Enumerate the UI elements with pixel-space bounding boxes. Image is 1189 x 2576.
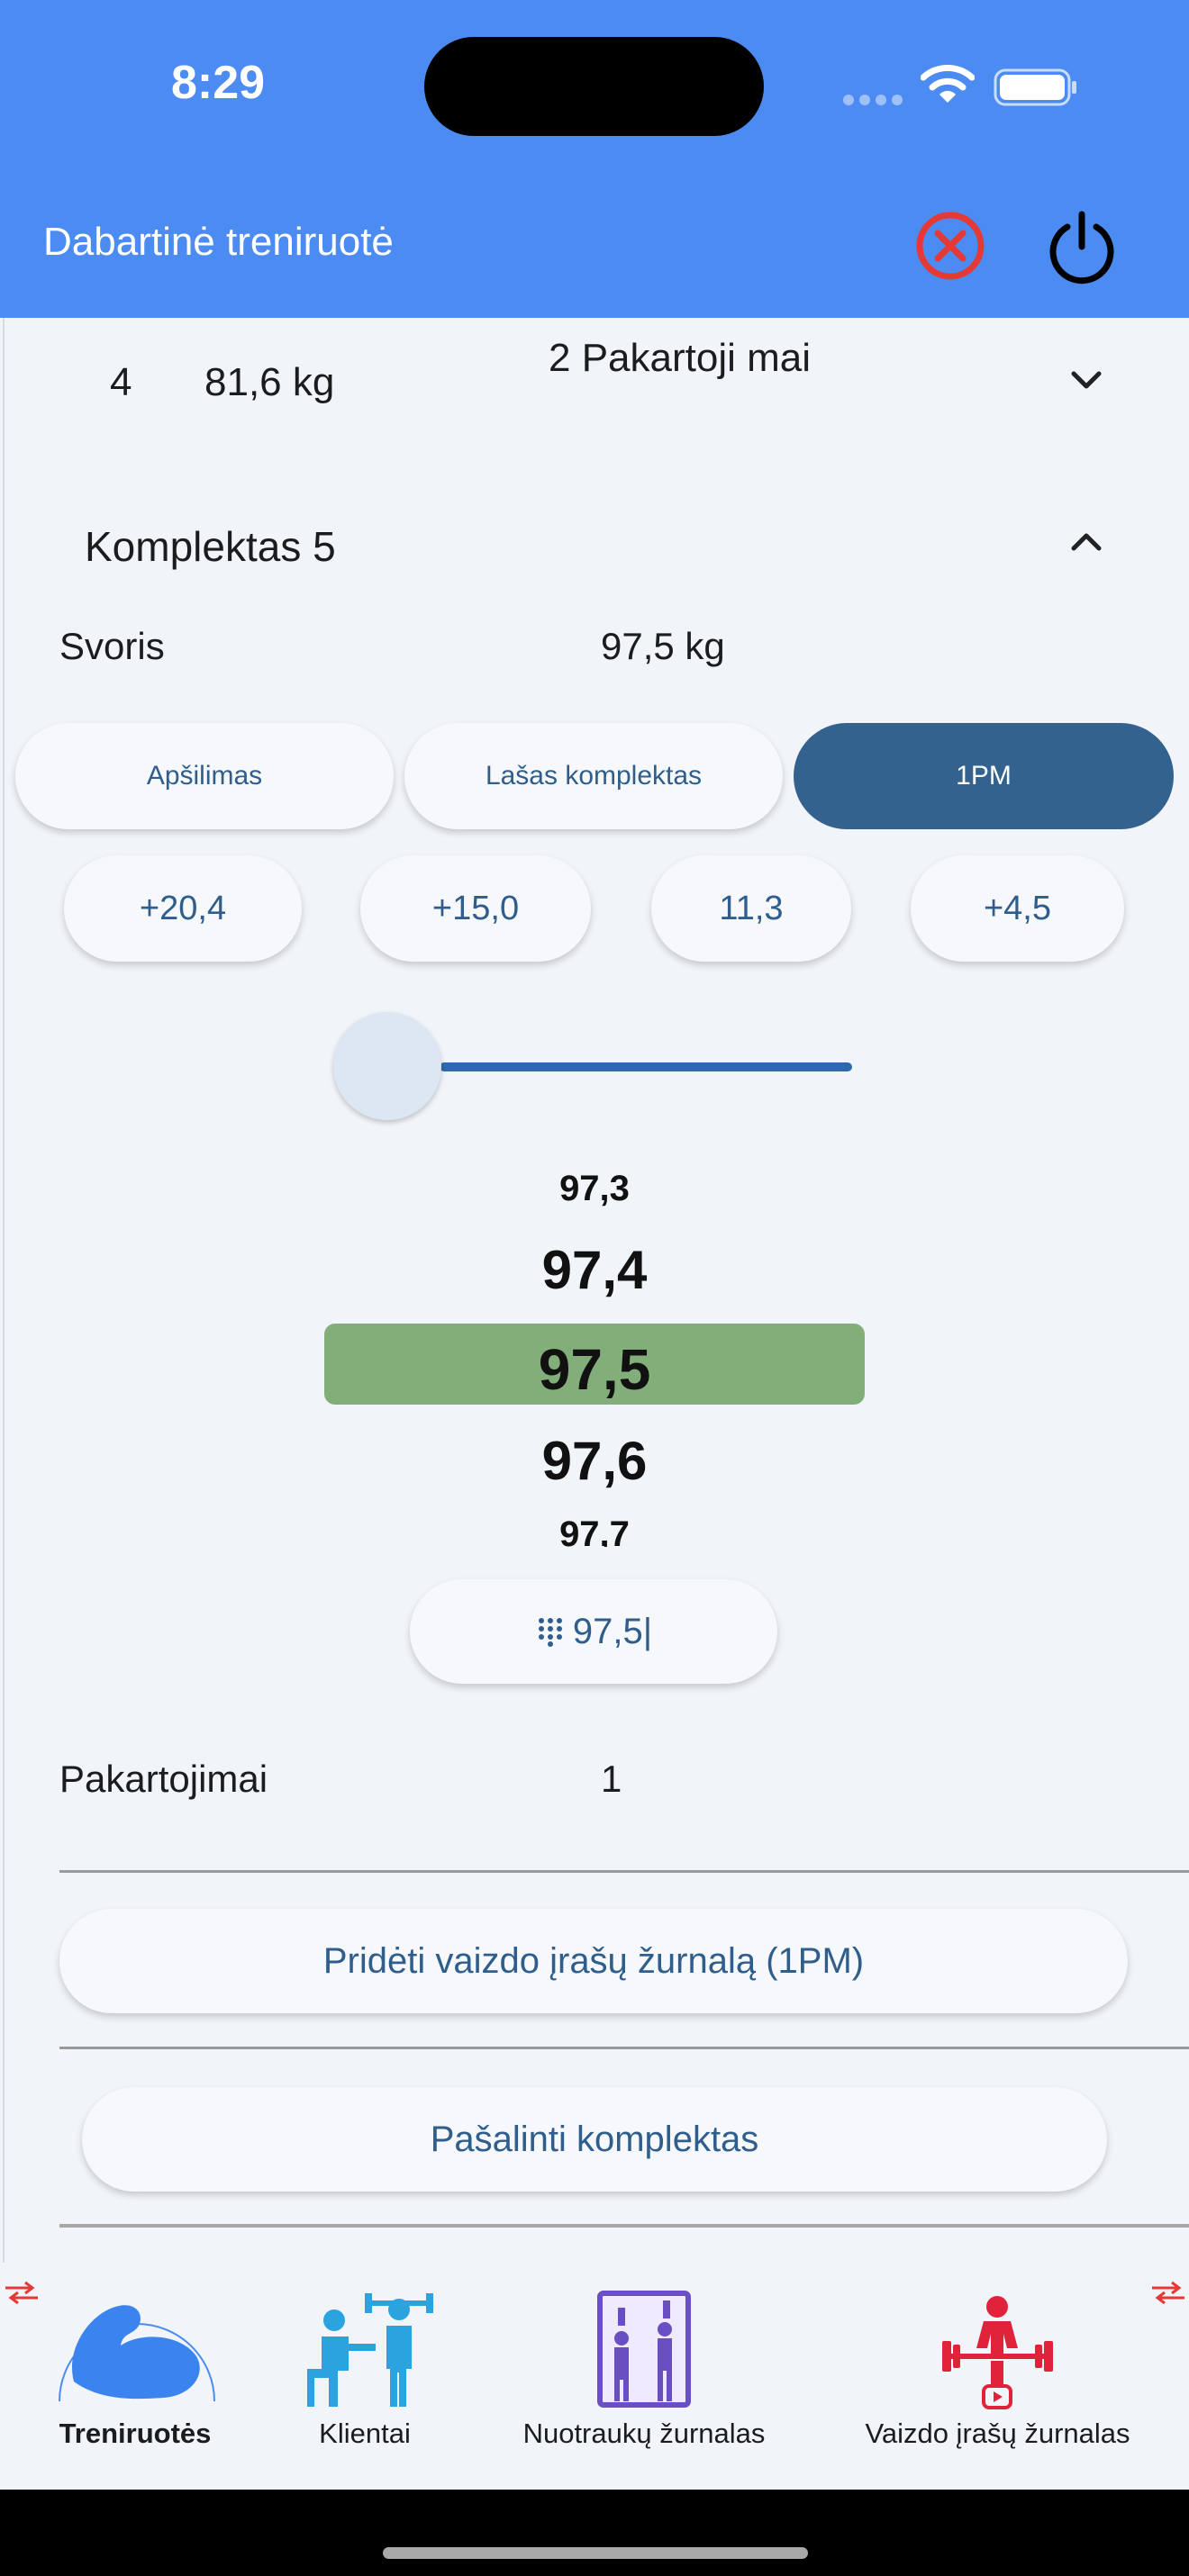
nav-clients-label[interactable]: Klientai [275,2418,455,2450]
left-edge-line [3,318,5,2263]
keypad-icon [538,1618,562,1647]
weight-value: 97,5 kg [601,625,725,667]
home-bar-area [0,2490,1189,2576]
slider-thumb[interactable] [333,1012,441,1120]
increment-button[interactable]: +15,0 [360,855,591,962]
trainer-client-icon[interactable] [302,2291,437,2409]
mode-drop-set-button[interactable]: Lašas komplektas [404,723,783,829]
chevron-up-icon[interactable] [1063,522,1110,562]
picker-item-selected[interactable]: 97,5 [324,1336,865,1403]
previous-set-weight: 81,6 kg [204,360,335,404]
picker-item[interactable]: 97,6 [324,1430,865,1492]
nav-photo-log-label[interactable]: Nuotraukų žurnalas [500,2418,788,2450]
flexed-arm-icon[interactable] [56,2275,218,2419]
weight-slider[interactable] [333,1012,852,1120]
mode-warmup-button[interactable]: Apšilimas [15,723,394,829]
keypad-value: 97,5| [572,1611,653,1651]
mode-1rm-button[interactable]: 1PM [794,723,1174,829]
add-video-log-button[interactable]: Pridėti vaizdo įrašų žurnalą (1PM) [59,1909,1128,2013]
chevron-down-icon[interactable] [1063,360,1110,400]
photo-mirror-icon[interactable] [594,2290,694,2409]
picker-item[interactable]: 97,4 [324,1239,865,1301]
remove-set-button[interactable]: Pašalinti komplektas [82,2087,1107,2192]
picker-item[interactable]: 97,7 [324,1514,865,1547]
nav-video-log-label[interactable]: Vaizdo įrašų žurnalas [838,2418,1157,2450]
cellular-signal-icon [843,95,903,105]
increment-button[interactable]: +20,4 [64,855,302,962]
dynamic-island [424,37,764,136]
reps-value[interactable]: 1 [601,1758,622,1801]
swap-arrows-icon[interactable] [2,2280,41,2305]
reps-label: Pakartojimai [59,1758,268,1800]
power-icon[interactable] [1043,207,1121,285]
nav-workouts-label[interactable]: Treniruotės [36,2418,234,2450]
swap-arrows-icon[interactable] [1148,2280,1188,2305]
previous-set-number: 4 [110,360,132,404]
increment-button[interactable]: 11,3 [651,855,851,962]
picker-item[interactable]: 97,3 [324,1170,865,1208]
battery-icon [994,68,1076,106]
status-time: 8:29 [171,57,266,109]
wifi-icon [921,65,975,103]
keypad-input-button[interactable]: 97,5| [410,1579,777,1684]
divider [59,2047,1189,2049]
picker-clip-top: 97,3 [324,1170,865,1208]
cancel-workout-button[interactable] [912,207,989,285]
weight-label: Svoris [59,625,165,667]
increment-button[interactable]: +4,5 [911,855,1124,962]
home-indicator[interactable] [383,2547,808,2559]
previous-set-reps: 2 Pakartoji mai [549,336,812,380]
picker-clip-bottom: 97,7 [324,1514,865,1547]
page-title: Dabartinė treniruotė [43,220,394,264]
slider-track[interactable] [440,1062,852,1071]
divider [59,1870,1189,1873]
set-title: Komplektas 5 [85,523,336,570]
weightlifter-video-icon[interactable] [937,2294,1058,2409]
divider [59,2224,1189,2228]
